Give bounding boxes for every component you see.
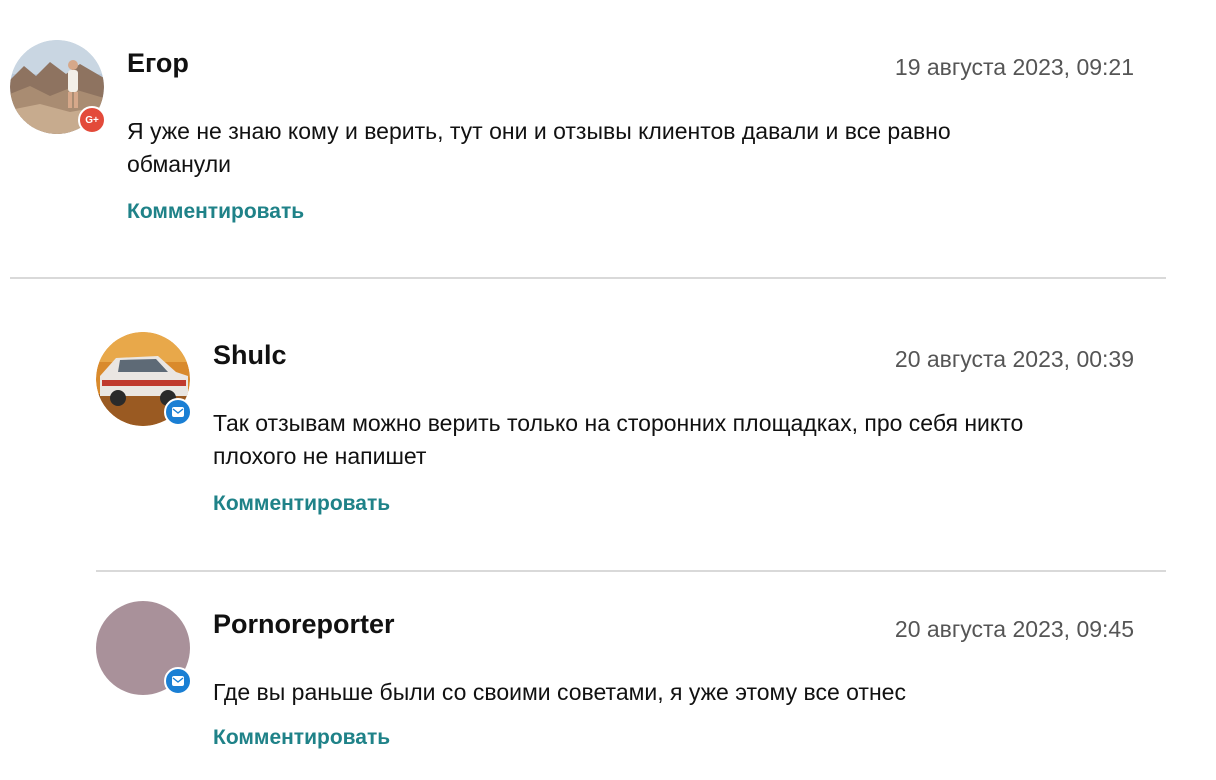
comment-item: Pornoreporter 20 августа 2023, 09:45 Где… <box>0 0 1216 780</box>
comment-date: 20 августа 2023, 09:45 <box>894 616 1134 642</box>
comment-text: Где вы раньше были со своими советами, я… <box>213 679 906 705</box>
avatar[interactable] <box>96 601 192 695</box>
comment-author[interactable]: Pornoreporter <box>213 609 395 640</box>
mail-icon <box>164 667 192 695</box>
comment-reply-button[interactable]: Комментировать <box>213 726 390 750</box>
comments-list: G+ Егор 19 августа 2023, 09:21 Я уже не … <box>0 0 1216 780</box>
